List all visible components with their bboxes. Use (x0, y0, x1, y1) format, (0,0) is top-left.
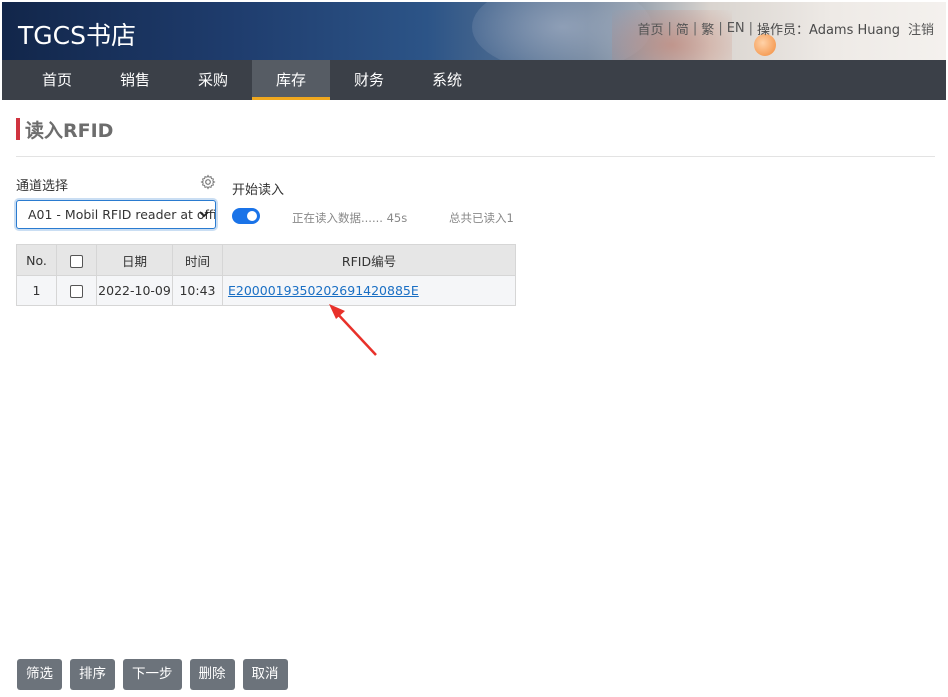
title-accent-bar (16, 118, 20, 140)
filter-button[interactable]: 筛选 (17, 659, 62, 690)
nav-purchase[interactable]: 采购 (174, 60, 252, 100)
separator: | (748, 21, 754, 36)
red-arrow-icon (329, 304, 377, 356)
channel-label: 通道选择 (16, 179, 69, 194)
total-read-count: 总共已读入1 (449, 211, 514, 225)
col-time: 时间 (172, 244, 223, 276)
operator-label: 操作员：Adams Huang (757, 23, 900, 38)
page-title: 读入RFID (16, 117, 114, 142)
toggle-knob (247, 211, 257, 221)
cell-date: 2022-10-09 (96, 275, 173, 306)
divider (16, 156, 935, 157)
next-step-button[interactable]: 下一步 (123, 659, 182, 690)
cell-no: 1 (16, 275, 57, 306)
separator: | (692, 21, 698, 36)
sort-button[interactable]: 排序 (70, 659, 115, 690)
nav-sales[interactable]: 销售 (96, 60, 174, 100)
reading-status: 正在读入数据...... 45s (292, 211, 408, 225)
row-checkbox[interactable] (70, 285, 83, 298)
home-link[interactable]: 首页 (637, 19, 663, 38)
traditional-chinese-link[interactable]: 繁 (701, 19, 714, 38)
rfid-table: No. 日期 时间 RFID编号 1 2022-10-09 10:43 E200… (16, 244, 516, 306)
top-links: 首页 | 简 | 繁 | EN | 操作员：Adams Huang 注销 (637, 19, 934, 38)
nav-inventory[interactable]: 库存 (252, 60, 330, 100)
gear-icon-svg (200, 174, 216, 190)
cell-time: 10:43 (172, 275, 223, 306)
separator: | (718, 21, 723, 36)
channel-select[interactable]: A01 - Mobil RFID reader at office (16, 200, 216, 229)
col-no: No. (16, 244, 57, 276)
select-all-checkbox[interactable] (70, 254, 83, 268)
action-bar: 筛选 排序 下一步 删除 取消 (17, 659, 288, 690)
separator: | (667, 21, 672, 36)
simplified-chinese-link[interactable]: 简 (676, 19, 689, 38)
delete-button[interactable]: 删除 (189, 659, 235, 690)
cell-select (56, 275, 97, 306)
nav-system[interactable]: 系统 (408, 60, 486, 100)
nav-finance[interactable]: 财务 (330, 60, 408, 100)
start-reading-label: 开始读入 (232, 183, 285, 198)
channel-select-value: A01 - Mobil RFID reader at office (28, 207, 216, 222)
table-row: 1 2022-10-09 10:43 E20000193502026914208… (16, 275, 516, 306)
gear-icon[interactable] (200, 174, 216, 190)
col-rfid: RFID编号 (222, 244, 516, 276)
col-select (56, 244, 97, 276)
header-banner: TGCS书店 首页 | 简 | 繁 | EN | 操作员：Adams Huang… (2, 2, 946, 60)
logout-link[interactable]: 注销 (908, 19, 934, 38)
cancel-button[interactable]: 取消 (242, 659, 288, 690)
table-header-row: No. 日期 时间 RFID编号 (16, 244, 516, 276)
main-nav: 首页 销售 采购 库存 财务 系统 (2, 60, 946, 100)
col-date: 日期 (96, 244, 173, 276)
page-title-text: 读入RFID (25, 119, 114, 142)
nav-home[interactable]: 首页 (18, 60, 96, 100)
english-link[interactable]: EN (727, 21, 745, 36)
app-logo[interactable]: TGCS书店 (18, 16, 136, 52)
start-reading-toggle[interactable] (232, 208, 260, 224)
chevron-down-icon (198, 201, 210, 228)
